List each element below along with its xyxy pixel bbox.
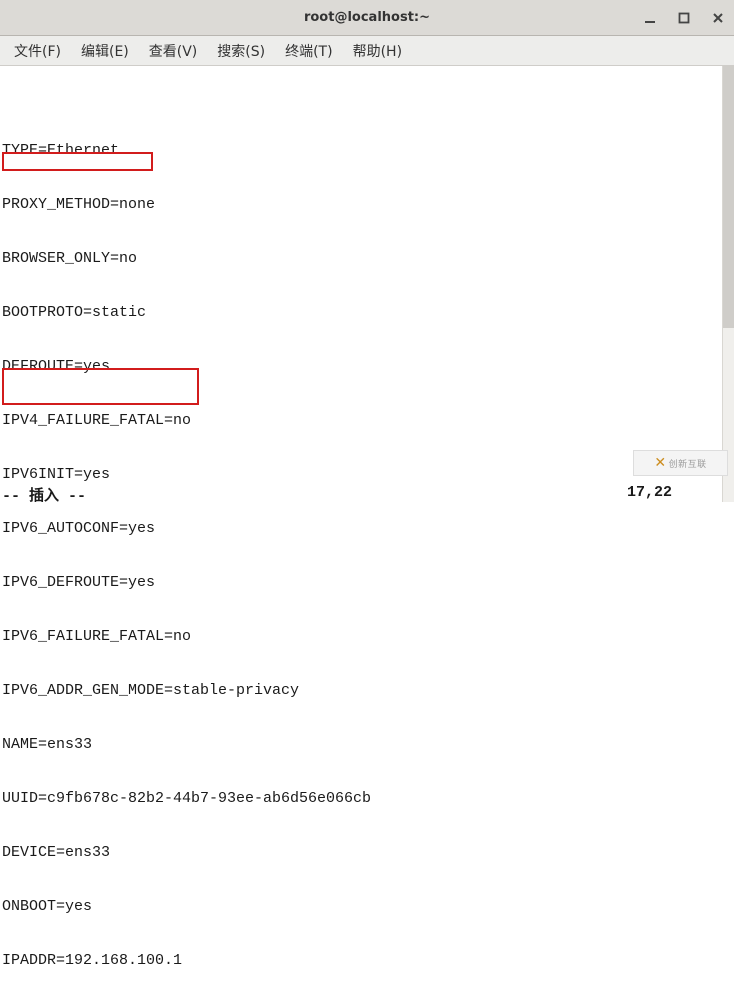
config-line: DEVICE=ens33: [2, 844, 732, 862]
menu-terminal[interactable]: 终端(T): [275, 37, 342, 65]
watermark-text: 创新互联: [669, 457, 707, 470]
window-title: root@localhost:~: [304, 10, 430, 25]
config-line: UUID=c9fb678c-82b2-44b7-93ee-ab6d56e066c…: [2, 790, 732, 808]
scrollbar[interactable]: [722, 66, 734, 502]
config-line: BROWSER_ONLY=no: [2, 250, 732, 268]
vim-mode: -- 插入 --: [2, 484, 627, 502]
config-line: IPV4_FAILURE_FATAL=no: [2, 412, 732, 430]
config-line: IPV6_ADDR_GEN_MODE=stable-privacy: [2, 682, 732, 700]
maximize-button[interactable]: [676, 10, 692, 26]
menu-help[interactable]: 帮助(H): [343, 37, 412, 65]
close-button[interactable]: [710, 10, 726, 26]
menu-edit[interactable]: 编辑(E): [71, 37, 139, 65]
vim-cursor-position: 17,22: [627, 484, 732, 502]
window-controls: [642, 10, 726, 26]
config-line: NAME=ens33: [2, 736, 732, 754]
menu-file[interactable]: 文件(F): [4, 37, 71, 65]
config-line: ONBOOT=yes: [2, 898, 732, 916]
config-line: IPV6INIT=yes: [2, 466, 732, 484]
config-line: BOOTPROTO=static: [2, 304, 732, 322]
minimize-button[interactable]: [642, 10, 658, 26]
menubar: 文件(F) 编辑(E) 查看(V) 搜索(S) 终端(T) 帮助(H): [0, 36, 734, 66]
config-line: IPV6_DEFROUTE=yes: [2, 574, 732, 592]
vim-statusbar: -- 插入 -- 17,22: [0, 484, 734, 502]
config-line: IPADDR=192.168.100.1: [2, 952, 732, 970]
scrollbar-thumb[interactable]: [723, 66, 734, 328]
window-titlebar: root@localhost:~: [0, 0, 734, 36]
config-line: IPV6_FAILURE_FATAL=no: [2, 628, 732, 646]
watermark-icon: ✕: [654, 455, 666, 471]
config-line: TYPE=Ethernet: [2, 142, 732, 160]
config-line: IPV6_AUTOCONF=yes: [2, 520, 732, 538]
terminal-content: TYPE=Ethernet PROXY_METHOD=none BROWSER_…: [2, 106, 732, 1004]
menu-view[interactable]: 查看(V): [139, 37, 208, 65]
terminal[interactable]: TYPE=Ethernet PROXY_METHOD=none BROWSER_…: [0, 66, 734, 502]
config-line: PROXY_METHOD=none: [2, 196, 732, 214]
config-line: DEFROUTE=yes: [2, 358, 732, 376]
menu-search[interactable]: 搜索(S): [207, 37, 275, 65]
watermark-logo: ✕ 创新互联: [633, 450, 728, 476]
